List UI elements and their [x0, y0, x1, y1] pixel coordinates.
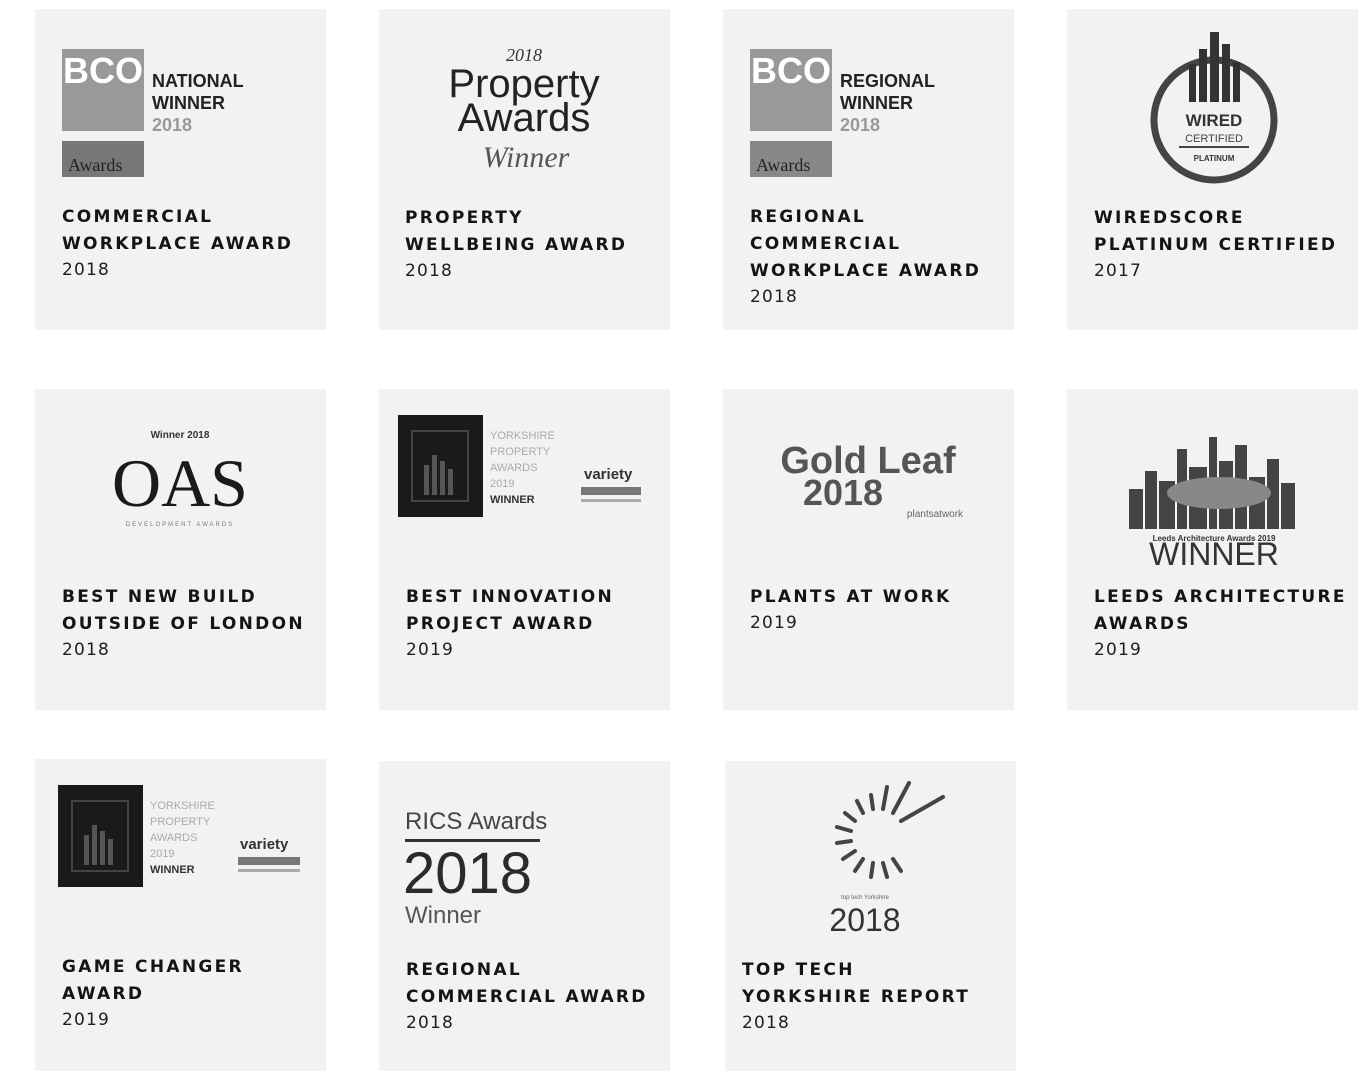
svg-text:WINNER: WINNER	[490, 494, 535, 506]
svg-text:WINNER: WINNER	[152, 93, 225, 113]
award-title: PLANTS AT WORK 2019	[750, 584, 951, 636]
svg-text:2018: 2018	[840, 115, 880, 135]
award-card-oas: Winner 2018 OAS DEVELOPMENT AWARDS BEST …	[35, 389, 326, 710]
oas-logo: Winner 2018 OAS DEVELOPMENT AWARDS	[112, 430, 248, 528]
yorkshire-property-awards-logo: YORKSHIRE PROPERTY AWARDS 2019 WINNER va…	[58, 785, 300, 887]
svg-text:2019: 2019	[150, 848, 174, 860]
svg-text:2018: 2018	[829, 902, 900, 938]
award-card-bco-national: BCO Awards NATIONAL WINNER 2018 COMMERCI…	[35, 9, 326, 330]
award-year: 2019	[1094, 640, 1143, 660]
bco-national-logo: BCO Awards NATIONAL WINNER 2018	[62, 49, 244, 177]
award-card-gold-leaf: Gold Leaf 2018 plantsatwork PLANTS AT WO…	[723, 389, 1014, 710]
svg-text:YORKSHIRE: YORKSHIRE	[150, 800, 215, 812]
award-card-wiredscore: WIRED CERTIFIED PLATINUM WIREDSCORE PLAT…	[1067, 9, 1358, 330]
award-card-yorkshire-game-changer: YORKSHIRE PROPERTY AWARDS 2019 WINNER va…	[35, 759, 326, 1071]
svg-text:PROPERTY: PROPERTY	[490, 446, 551, 458]
gold-leaf-logo: Gold Leaf 2018 plantsatwork	[780, 440, 964, 520]
svg-text:BCO: BCO	[63, 50, 143, 91]
svg-text:AWARDS: AWARDS	[490, 462, 537, 474]
award-year: 2018	[750, 287, 799, 307]
svg-text:OAS: OAS	[112, 445, 248, 521]
svg-text:RICS Awards: RICS Awards	[405, 808, 547, 835]
svg-text:WINNER: WINNER	[840, 93, 913, 113]
svg-text:top tech Yorkshire: top tech Yorkshire	[841, 895, 889, 901]
award-year: 2018	[742, 1013, 791, 1033]
award-card-rics: RICS Awards 2018 Winner REGIONAL COMMERC…	[379, 761, 670, 1071]
svg-text:CERTIFIED: CERTIFIED	[1185, 133, 1243, 145]
award-card-property-awards: 2018 Property Awards Winner PROPERTY WEL…	[379, 9, 670, 330]
yorkshire-property-awards-logo: YORKSHIRE PROPERTY AWARDS 2019 WINNER va…	[398, 415, 641, 517]
award-year: 2018	[62, 640, 111, 660]
award-year: 2017	[1094, 261, 1143, 281]
svg-text:Winner 2018: Winner 2018	[151, 430, 210, 441]
svg-text:variety: variety	[240, 836, 289, 853]
svg-text:PROPERTY: PROPERTY	[150, 816, 211, 828]
svg-text:Awards: Awards	[68, 155, 122, 175]
award-title: COMMERCIAL WORKPLACE AWARD 2018	[62, 204, 293, 283]
award-card-bco-regional: BCO Awards REGIONAL WINNER 2018 REGIONAL…	[723, 9, 1014, 330]
svg-text:DEVELOPMENT AWARDS: DEVELOPMENT AWARDS	[126, 522, 234, 528]
award-card-yorkshire-innovation: YORKSHIRE PROPERTY AWARDS 2019 WINNER va…	[379, 389, 670, 710]
svg-text:Awards: Awards	[756, 155, 810, 175]
award-year: 2018	[405, 261, 454, 281]
award-year: 2018	[406, 1013, 455, 1033]
award-year: 2019	[750, 613, 799, 633]
svg-text:2018: 2018	[803, 472, 883, 513]
property-awards-logo: 2018 Property Awards Winner	[448, 45, 599, 174]
svg-text:variety: variety	[584, 466, 633, 483]
wired-certified-logo: WIRED CERTIFIED PLATINUM	[1150, 32, 1278, 184]
leeds-architecture-logo: Leeds Architecture Awards 2019 WINNER	[1129, 437, 1295, 569]
svg-text:REGIONAL: REGIONAL	[840, 71, 935, 91]
award-card-leeds-architecture: Leeds Architecture Awards 2019 WINNER LE…	[1067, 389, 1358, 710]
award-title: BEST INNOVATION PROJECT AWARD 2019	[406, 584, 614, 663]
award-year: 2018	[62, 260, 111, 280]
svg-text:2018: 2018	[405, 841, 532, 906]
top-tech-yorkshire-logo: top tech Yorkshire 2018	[829, 781, 945, 938]
svg-text:Winner: Winner	[405, 902, 481, 929]
svg-text:NATIONAL: NATIONAL	[152, 71, 244, 91]
award-title: LEEDS ARCHITECTURE AWARDS 2019	[1094, 584, 1347, 663]
svg-text:BCO: BCO	[751, 50, 831, 91]
svg-text:Winner: Winner	[483, 141, 570, 174]
svg-text:WINNER: WINNER	[1149, 536, 1279, 569]
award-title: PROPERTY WELLBEING AWARD 2018	[405, 205, 627, 284]
award-year: 2019	[406, 640, 455, 660]
svg-text:2019: 2019	[490, 478, 514, 490]
svg-text:Awards: Awards	[458, 96, 591, 140]
bco-regional-logo: BCO Awards REGIONAL WINNER 2018	[750, 49, 935, 177]
award-title: WIREDSCORE PLATINUM CERTIFIED 2017	[1094, 205, 1337, 284]
svg-text:WIRED: WIRED	[1186, 111, 1243, 130]
award-year: 2019	[62, 1010, 111, 1030]
award-title: REGIONAL COMMERCIAL AWARD 2018	[406, 957, 648, 1036]
award-title: TOP TECH YORKSHIRE REPORT 2018	[742, 957, 970, 1036]
rics-awards-logo: RICS Awards 2018 Winner	[405, 808, 547, 929]
svg-text:AWARDS: AWARDS	[150, 832, 197, 844]
svg-text:WINNER: WINNER	[150, 864, 195, 876]
award-title: BEST NEW BUILD OUTSIDE OF LONDON 2018	[62, 584, 305, 663]
award-title: GAME CHANGER AWARD 2019	[62, 954, 244, 1033]
award-card-top-tech: top tech Yorkshire 2018 TOP TECH YORKSHI…	[725, 761, 1016, 1071]
award-title: REGIONAL COMMERCIAL WORKPLACE AWARD 2018	[750, 204, 981, 310]
svg-text:2018: 2018	[152, 115, 192, 135]
svg-text:plantsatwork: plantsatwork	[907, 509, 964, 520]
svg-text:YORKSHIRE: YORKSHIRE	[490, 430, 555, 442]
svg-text:PLATINUM: PLATINUM	[1194, 154, 1235, 163]
